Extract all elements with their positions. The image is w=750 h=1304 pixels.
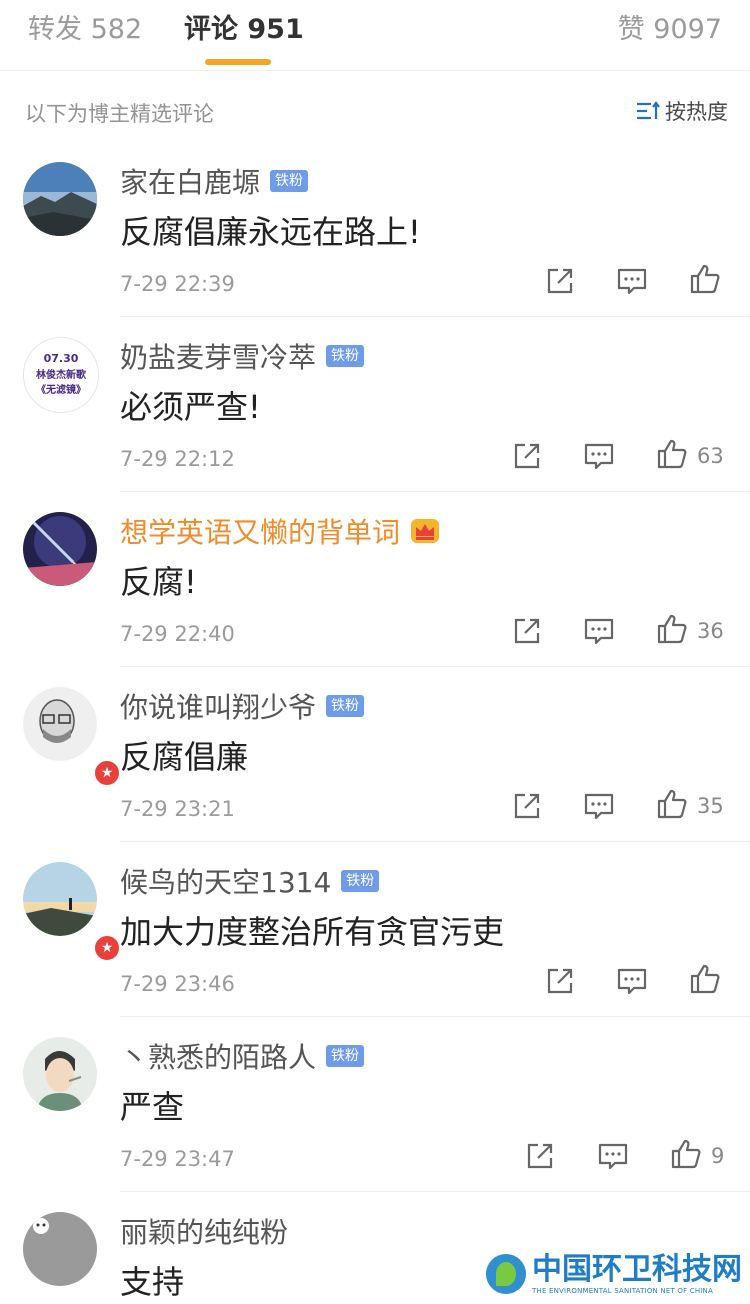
username[interactable]: 你说谁叫翔少爷 — [120, 686, 316, 726]
sort-icon — [635, 100, 661, 122]
avatar[interactable]: ★ — [23, 687, 121, 787]
avatar[interactable] — [23, 162, 97, 236]
username[interactable]: 家在白鹿塬 — [120, 161, 260, 201]
comment-text: 严查 — [120, 1088, 185, 1126]
avatar[interactable]: ★ — [23, 862, 121, 962]
reply-icon[interactable] — [615, 964, 649, 998]
comment-time: 7-29 23:47 — [120, 1147, 235, 1171]
comment-text: 加大力度整治所有贪官污吏 — [120, 913, 505, 951]
site-logo-icon — [486, 1254, 526, 1294]
tab-repost[interactable]: 转发 582 — [28, 12, 142, 48]
active-tab-indicator — [205, 59, 271, 65]
thumbs-up-icon — [655, 612, 689, 650]
avatar[interactable] — [23, 512, 97, 586]
svg-text:07.30: 07.30 — [44, 352, 79, 365]
fan-badge: 铁粉 — [326, 345, 365, 367]
svg-text:《无滤镜》: 《无滤镜》 — [36, 383, 86, 396]
thumbs-up-icon — [688, 262, 722, 300]
like-button[interactable]: 35 — [655, 789, 724, 823]
share-icon[interactable] — [510, 789, 544, 823]
username[interactable]: 丶熟悉的陌路人 — [120, 1036, 316, 1076]
share-icon[interactable] — [523, 1139, 557, 1173]
like-button[interactable]: 36 — [655, 614, 724, 648]
verified-badge-icon: ★ — [93, 934, 121, 962]
comment-item: 想学英语又懒的背单词 反腐! 7-29 22:40 36 — [0, 492, 750, 667]
comments-subheader: 以下为博主精选评论 按热度 — [0, 70, 750, 152]
site-watermark: 中国环卫科技网 THE ENVIRONMENTAL SANITATION NET… — [486, 1246, 742, 1302]
sort-label: 按热度 — [665, 100, 728, 124]
tab-likes[interactable]: 赞 9097 — [618, 12, 722, 48]
username[interactable]: 奶盐麦芽雪冷萃 — [120, 336, 316, 376]
username[interactable]: 想学英语又懒的背单词 — [120, 511, 400, 551]
comment-item: ★ 你说谁叫翔少爷 铁粉 反腐倡廉 7-29 23:21 35 — [0, 667, 750, 842]
reply-icon[interactable] — [582, 789, 616, 823]
username[interactable]: 候鸟的天空1314 — [120, 861, 331, 901]
comment-time: 7-29 22:40 — [120, 622, 235, 646]
comment-tabs: 转发 582 评论 951 赞 9097 — [0, 0, 750, 71]
like-count: 9 — [711, 1144, 725, 1168]
comment-time: 7-29 22:39 — [120, 272, 235, 296]
fan-badge: 铁粉 — [270, 170, 309, 192]
watermark-title: 中国环卫科技网 — [532, 1252, 742, 1287]
share-icon[interactable] — [543, 264, 577, 298]
comment-text: 反腐倡廉 — [120, 738, 249, 776]
reply-icon[interactable] — [615, 264, 649, 298]
selected-comments-caption: 以下为博主精选评论 — [25, 102, 214, 126]
comment-item: ★ 候鸟的天空1314 铁粉 加大力度整治所有贪官污吏 7-29 23:46 — [0, 842, 750, 1017]
comment-text: 支持 — [120, 1263, 185, 1301]
avatar[interactable]: 07.30 林俊杰新歌 《无滤镜》 — [23, 337, 99, 413]
fan-badge: 铁粉 — [341, 870, 380, 892]
username[interactable]: 丽颖的纯纯粉 — [120, 1211, 288, 1251]
reply-icon[interactable] — [596, 1139, 630, 1173]
thumbs-up-icon — [688, 962, 722, 1000]
like-button[interactable] — [688, 964, 730, 998]
like-button[interactable] — [688, 264, 730, 298]
svg-text:林俊杰新歌: 林俊杰新歌 — [36, 368, 87, 381]
like-button[interactable]: 9 — [669, 1139, 724, 1173]
comment-time: 7-29 23:21 — [120, 797, 235, 821]
comment-time: 7-29 23:46 — [120, 972, 235, 996]
thumbs-up-icon — [655, 787, 689, 825]
sort-by-heat-button[interactable]: 按热度 — [635, 96, 728, 126]
comment-text: 反腐! — [120, 563, 197, 601]
verified-badge-icon: ★ — [93, 759, 121, 787]
thumbs-up-icon — [655, 437, 689, 475]
like-count: 63 — [697, 444, 724, 468]
like-count: 36 — [697, 619, 724, 643]
avatar[interactable] — [23, 1037, 97, 1111]
avatar[interactable] — [23, 1212, 97, 1286]
comment-item: 家在白鹿塬 铁粉 反腐倡廉永远在路上! 7-29 22:39 — [0, 142, 750, 317]
fan-badge: 铁粉 — [326, 1045, 365, 1067]
crown-icon — [410, 518, 440, 544]
comment-text: 必须严查! — [120, 388, 261, 426]
comment-time: 7-29 22:12 — [120, 447, 235, 471]
share-icon[interactable] — [543, 964, 577, 998]
reply-icon[interactable] — [582, 439, 616, 473]
share-icon[interactable] — [510, 439, 544, 473]
comment-item: 丶熟悉的陌路人 铁粉 严查 7-29 23:47 9 — [0, 1017, 750, 1192]
comment-item: 07.30 林俊杰新歌 《无滤镜》 奶盐麦芽雪冷萃 铁粉 必须严查! 7-29 … — [0, 317, 750, 492]
tab-comments[interactable]: 评论 951 — [184, 12, 304, 48]
fan-badge: 铁粉 — [326, 695, 365, 717]
comment-text: 反腐倡廉永远在路上! — [120, 213, 421, 251]
like-count: 35 — [697, 794, 724, 818]
share-icon[interactable] — [510, 614, 544, 648]
watermark-subtitle: THE ENVIRONMENTAL SANITATION NET OF CHIN… — [532, 1287, 713, 1295]
like-button[interactable]: 63 — [655, 439, 724, 473]
reply-icon[interactable] — [582, 614, 616, 648]
thumbs-up-icon — [669, 1137, 703, 1175]
